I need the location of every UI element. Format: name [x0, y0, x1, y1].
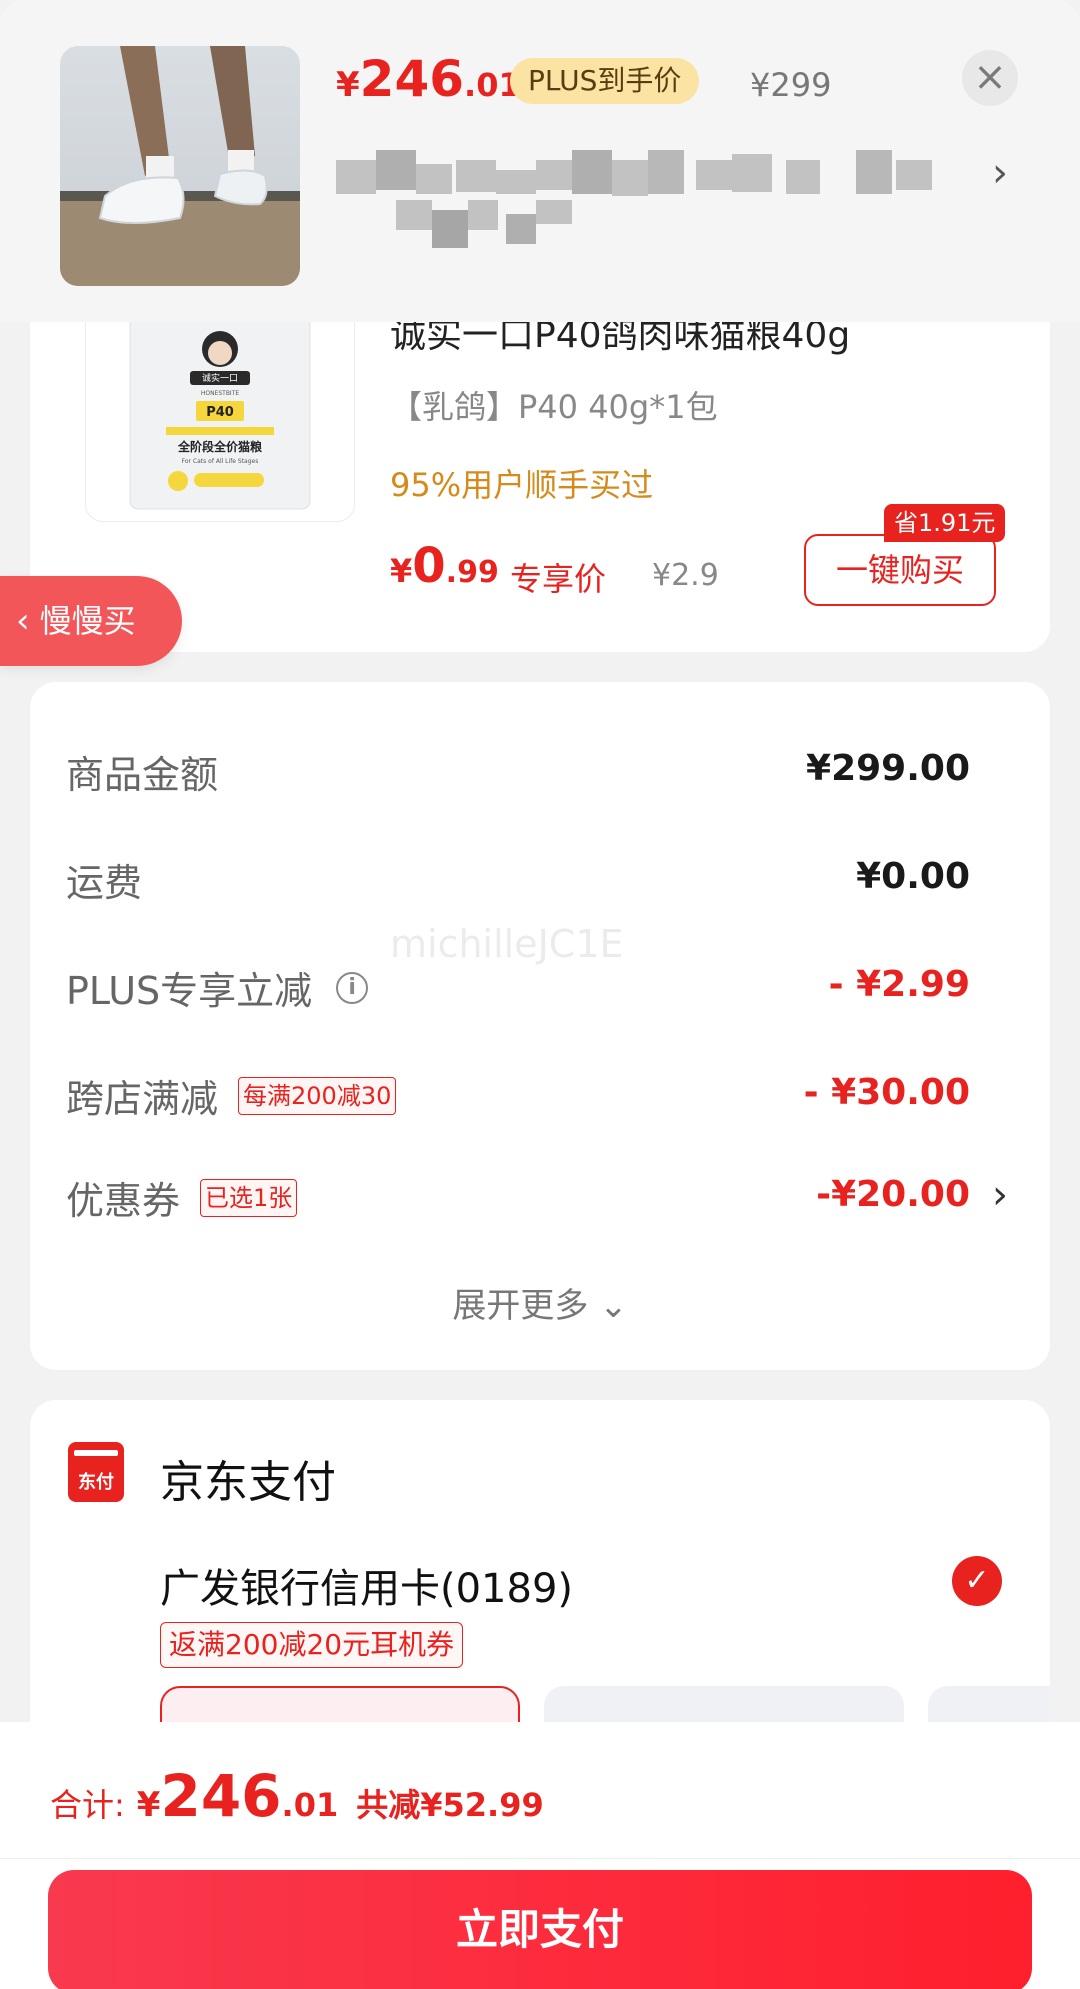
- total-label: 合计:: [50, 1786, 125, 1824]
- total-saved: 共减¥52.99: [356, 1786, 544, 1824]
- info-icon[interactable]: i: [336, 971, 369, 1004]
- chevron-right-icon[interactable]: ›: [992, 150, 1008, 196]
- jd-pay-icon: 东付: [68, 1442, 124, 1502]
- payment-title: 京东支付: [160, 1457, 336, 1508]
- one-click-buy-button[interactable]: 一键购买: [804, 534, 996, 606]
- cross-store-discount-value: - ¥30.00: [803, 1072, 970, 1113]
- plus-discount-row: PLUS专享立减 i - ¥2.99: [66, 952, 970, 1022]
- package-brand: 诚实一口: [202, 372, 238, 384]
- plus-discount-text: PLUS专享立减: [66, 969, 313, 1013]
- shipping-row: 运费 ¥0.00: [66, 844, 970, 914]
- price-integer: 246: [359, 50, 465, 108]
- coupon-selected-tag: 已选1张: [200, 1178, 298, 1217]
- package-name: 全阶段全价猫粮: [177, 439, 262, 454]
- jd-pay-icon-text: 东付: [78, 1472, 114, 1493]
- check-icon[interactable]: ✓: [952, 1556, 1002, 1606]
- price-summary-card: michilleJC1E 商品金额 ¥299.00 运费 ¥0.00 PLUS专…: [30, 682, 1050, 1370]
- divider: [0, 1858, 1080, 1859]
- total-decimal: .01: [281, 1786, 339, 1824]
- recommended-product-title[interactable]: 诚实一口P40鸽肉味猫粮40g: [390, 322, 850, 358]
- order-total: 合计: ¥ 246 .01 共减¥52.99: [50, 1762, 544, 1830]
- slow-buy-tab[interactable]: ‹ 慢慢买: [0, 576, 182, 666]
- subtotal-value: ¥299.00: [806, 748, 970, 789]
- shipping-label: 运费: [66, 861, 143, 905]
- recommended-original-price: ¥2.9: [652, 558, 719, 593]
- coupon-text: 优惠券: [66, 1179, 181, 1223]
- pay-now-button[interactable]: 立即支付: [48, 1870, 1032, 1989]
- plus-discount-value: - ¥2.99: [828, 964, 970, 1005]
- slow-buy-label: 慢慢买: [39, 602, 136, 640]
- recommended-product-card[interactable]: 诚实一口 HONESTBITE P40 全阶段全价猫粮 For Cats of …: [30, 322, 1050, 652]
- product-thumbnail[interactable]: [60, 46, 300, 286]
- price-decimal: .99: [445, 555, 499, 590]
- recommended-product-image[interactable]: 诚实一口 HONESTBITE P40 全阶段全价猫粮 For Cats of …: [85, 322, 355, 522]
- cross-store-discount-tag: 每满200减30: [238, 1076, 397, 1115]
- cross-store-discount-label: 跨店满减 每满200减30: [66, 1068, 397, 1123]
- package-code: P40: [206, 405, 234, 420]
- total-integer: 246: [160, 1762, 282, 1830]
- recommended-product-hint: 95%用户顺手买过: [390, 466, 654, 504]
- expand-more-button[interactable]: 展开更多 ⌄: [30, 1278, 1050, 1327]
- header-price: ¥ 246 .01: [336, 50, 521, 120]
- package-brand-en: HONESTBITE: [201, 390, 240, 397]
- package-sub: For Cats of All Life Stages: [182, 458, 259, 465]
- recommended-product-spec: 【乳鸽】P40 40g*1包: [390, 388, 718, 426]
- checkout-bar: 合计: ¥ 246 .01 共减¥52.99 立即支付: [0, 1722, 1080, 1989]
- price-currency: ¥: [336, 65, 360, 105]
- price-currency: ¥: [390, 552, 413, 590]
- blurred-product-title: [336, 150, 966, 270]
- shipping-value: ¥0.00: [856, 856, 970, 897]
- close-icon[interactable]: ×: [962, 50, 1018, 106]
- subtotal-label: 商品金额: [66, 753, 219, 797]
- recommended-product-price: ¥ 0 .99: [390, 538, 499, 594]
- plus-price-tag: PLUS到手价: [510, 58, 700, 104]
- bank-card-name[interactable]: 广发银行信用卡(0189): [160, 1556, 573, 1614]
- cross-store-discount-text: 跨店满减: [66, 1077, 219, 1121]
- total-currency: ¥: [136, 1785, 161, 1825]
- card-promo-tag: 返满200减20元耳机券: [160, 1622, 464, 1668]
- coupon-value: -¥20.00: [816, 1174, 970, 1215]
- exclusive-price-label: 专享价: [510, 560, 607, 598]
- price-integer: 0: [412, 538, 446, 594]
- plus-discount-label: PLUS专享立减 i: [66, 960, 369, 1015]
- product-header: ¥ 246 .01 PLUS到手价 ¥299 × ›: [0, 0, 1080, 322]
- coupon-label: 优惠券 已选1张: [66, 1170, 298, 1225]
- original-price: ¥299: [750, 66, 832, 104]
- save-badge: 省1.91元: [884, 504, 1006, 542]
- coupon-row[interactable]: 优惠券 已选1张 -¥20.00 ›: [66, 1162, 1008, 1232]
- subtotal-row: 商品金额 ¥299.00: [66, 736, 970, 806]
- cross-store-discount-row: 跨店满减 每满200减30 - ¥30.00: [66, 1060, 970, 1130]
- chevron-right-icon[interactable]: ›: [992, 1172, 1008, 1218]
- chevron-left-icon: ‹: [16, 601, 30, 641]
